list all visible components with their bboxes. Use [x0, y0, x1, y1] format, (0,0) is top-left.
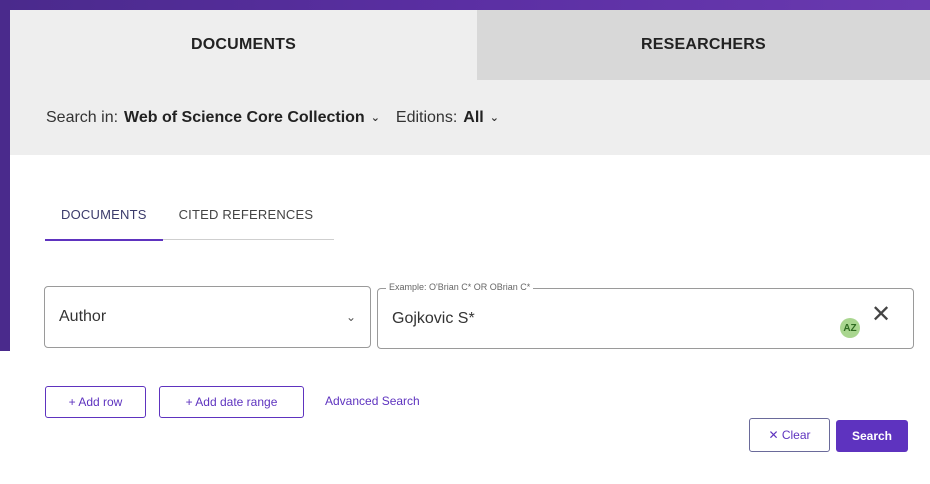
clear-input-icon[interactable]: ✕: [871, 303, 891, 327]
add-row-button[interactable]: + Add row: [45, 386, 146, 418]
query-value[interactable]: Gojkovic S*: [392, 310, 475, 328]
clear-button[interactable]: ✕ Clear: [749, 418, 830, 452]
tab-researchers[interactable]: RESEARCHERS: [477, 10, 930, 80]
editions-dropdown[interactable]: All: [463, 109, 483, 127]
advanced-search-link[interactable]: Advanced Search: [325, 394, 420, 408]
search-scope-bar: Search in: Web of Science Core Collectio…: [10, 80, 930, 155]
search-field-value: Author: [59, 308, 107, 325]
query-example-label: Example: O'Brian C* OR OBrian C*: [386, 282, 534, 292]
chevron-down-icon: ⌄: [345, 310, 356, 324]
page-background-strip: [0, 351, 10, 484]
top-tabs: DOCUMENTS RESEARCHERS: [10, 10, 930, 80]
search-query-input[interactable]: Example: O'Brian C* OR OBrian C* Gojkovi…: [377, 282, 914, 349]
search-in-label: Search in:: [46, 108, 119, 126]
collection-dropdown[interactable]: Web of Science Core Collection: [124, 109, 365, 127]
editions-label: Editions:: [395, 108, 458, 126]
subtab-cited-references[interactable]: CITED REFERENCES: [163, 206, 330, 239]
search-panel: DOCUMENTS RESEARCHERS Search in: Web of …: [10, 10, 930, 484]
chevron-down-icon[interactable]: ⌄: [371, 111, 380, 124]
tab-documents[interactable]: DOCUMENTS: [10, 10, 477, 80]
search-button[interactable]: Search: [836, 420, 908, 452]
add-date-range-button[interactable]: + Add date range: [159, 386, 304, 418]
subtab-documents[interactable]: DOCUMENTS: [45, 206, 163, 241]
sub-tabs: DOCUMENTS CITED REFERENCES: [45, 206, 334, 241]
search-field-select[interactable]: Author ⌄: [44, 286, 371, 348]
chevron-down-icon[interactable]: ⌄: [490, 111, 499, 124]
az-suggest-icon[interactable]: AZ: [840, 318, 860, 338]
